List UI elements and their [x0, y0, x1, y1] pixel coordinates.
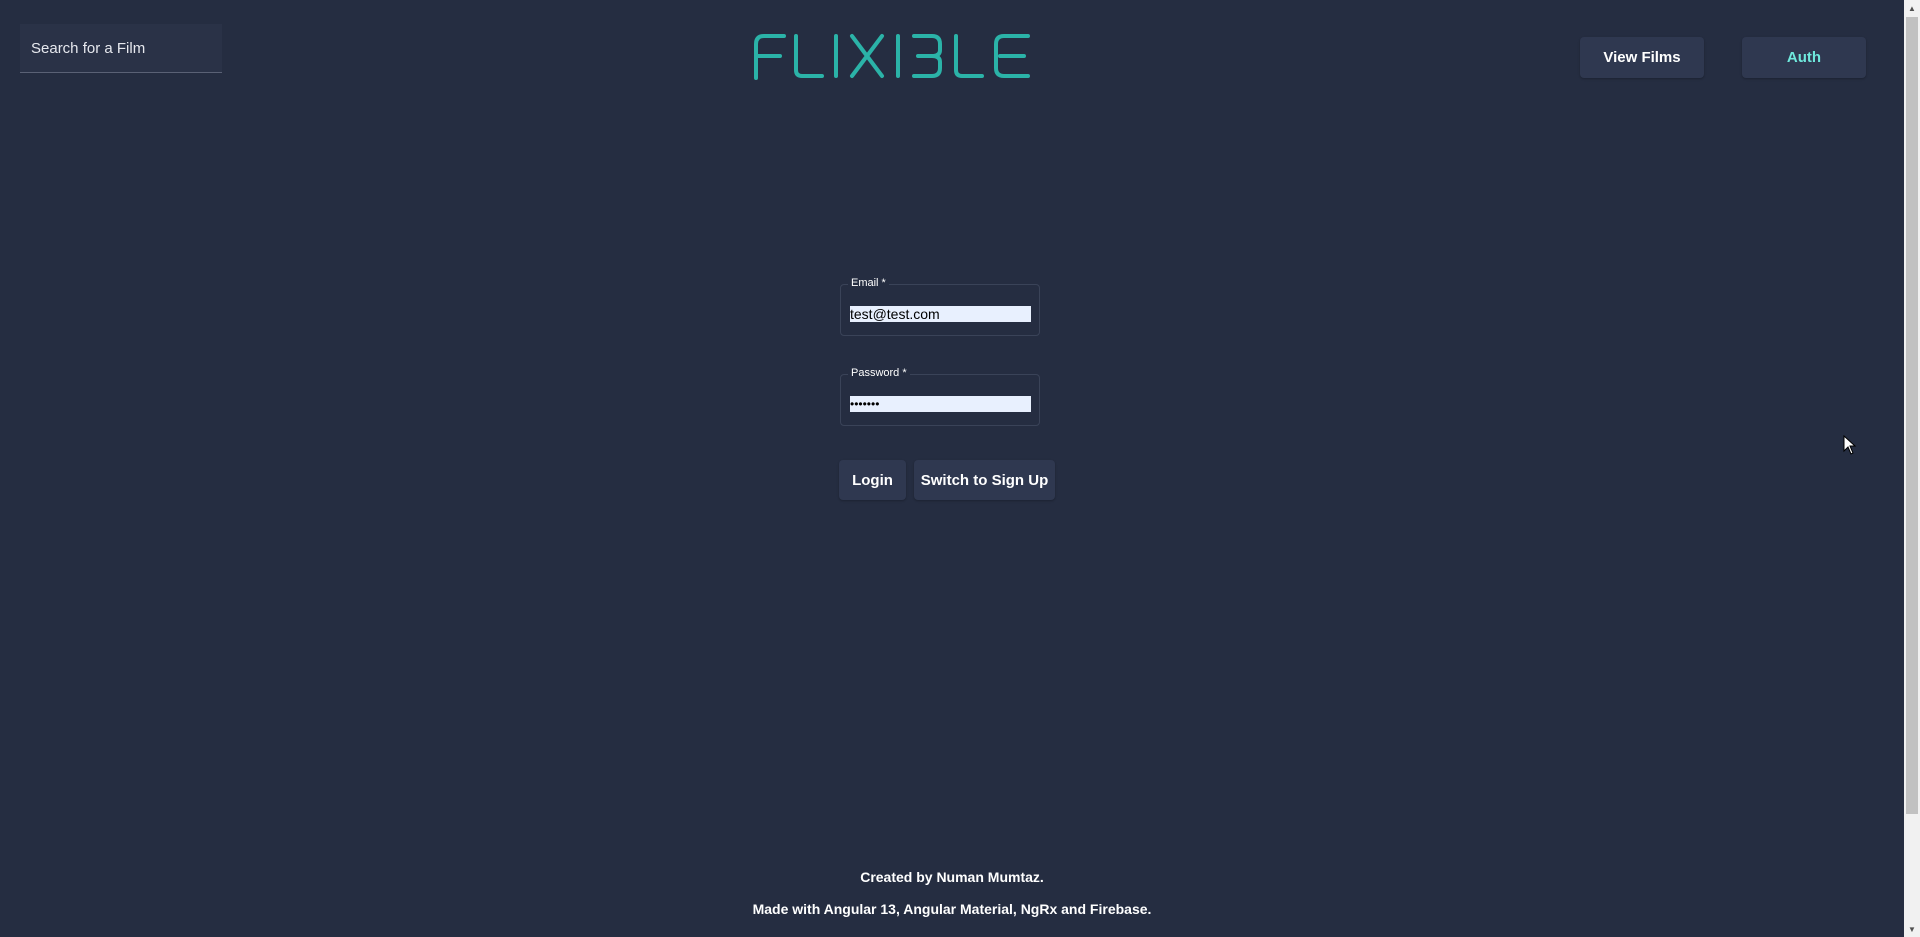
- scroll-down-icon[interactable]: ▼: [1904, 921, 1920, 937]
- search-field[interactable]: [20, 24, 222, 73]
- vertical-scrollbar[interactable]: ▲ ▼: [1904, 0, 1920, 937]
- switch-to-signup-button[interactable]: Switch to Sign Up: [914, 460, 1055, 500]
- password-label: Password *: [848, 367, 910, 379]
- scrollbar-thumb[interactable]: [1906, 17, 1918, 814]
- auth-button[interactable]: Auth: [1742, 37, 1866, 78]
- flixible-logo[interactable]: [752, 32, 1032, 80]
- email-field[interactable]: Email *: [840, 277, 1040, 336]
- search-input[interactable]: [20, 24, 222, 72]
- scroll-up-icon[interactable]: ▲: [1904, 0, 1920, 16]
- email-input[interactable]: [850, 306, 1031, 322]
- footer-credit: Created by Numan Mumtaz.: [860, 869, 1044, 885]
- page: View Films Auth Email * Password * Login…: [0, 0, 1904, 937]
- password-field[interactable]: Password *: [840, 367, 1040, 426]
- mouse-cursor-icon: [1843, 435, 1857, 455]
- view-films-button[interactable]: View Films: [1580, 37, 1704, 78]
- login-button[interactable]: Login: [839, 460, 906, 500]
- password-input[interactable]: [850, 396, 1031, 412]
- footer-tech-stack: Made with Angular 13, Angular Material, …: [752, 901, 1152, 917]
- email-label: Email *: [848, 277, 889, 289]
